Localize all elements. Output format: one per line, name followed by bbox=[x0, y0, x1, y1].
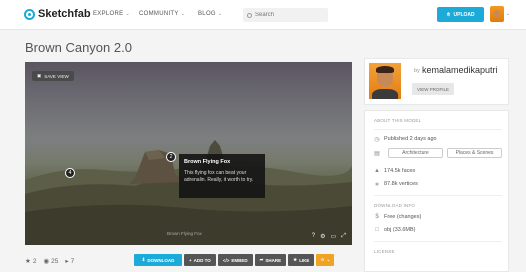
category-architecture[interactable]: Architecture bbox=[388, 148, 443, 158]
license-label: LICENSE bbox=[374, 249, 395, 254]
save-view-label: SAVE VIEW bbox=[44, 73, 69, 79]
download-label: DOWNLOAD bbox=[147, 257, 175, 263]
embed-button[interactable]: </> EMBED bbox=[217, 254, 253, 266]
download-icon: ⬇ bbox=[141, 257, 146, 262]
annotation-title: Brown Flying Fox bbox=[184, 159, 231, 165]
fullscreen-icon[interactable]: ⤢ bbox=[341, 233, 346, 240]
folder-icon: ▤ bbox=[374, 150, 380, 157]
likes-stat: ★ 2 bbox=[25, 257, 37, 266]
comments-stat: ▸ 7 bbox=[65, 257, 75, 266]
help-icon[interactable]: ? bbox=[312, 233, 315, 240]
chevron-down-icon: ⌄ bbox=[217, 11, 223, 17]
triangle-icon: ▲ bbox=[374, 168, 380, 174]
viewer-controls: ? ⚙ ▭ ⤢ bbox=[312, 233, 346, 240]
author-username[interactable]: kemalamedikaputri bbox=[422, 65, 498, 75]
eye-icon: ◉ bbox=[43, 258, 50, 265]
views-count: 25 bbox=[51, 257, 59, 265]
price-row: $ Free (changes) bbox=[374, 214, 421, 220]
annotation-tooltip: Brown Flying Fox This flying fox can bea… bbox=[179, 154, 265, 198]
sketchfab-logo-icon bbox=[24, 8, 35, 20]
camera-icon: ▣ bbox=[37, 73, 42, 78]
model-stats: ★ 2 ◉ 25 ▸ 7 bbox=[25, 257, 75, 266]
faces-text: 174.5k faces bbox=[384, 168, 416, 174]
model-info-card: ABOUT THIS MODEL ◷ Published 2 days ago … bbox=[364, 110, 509, 272]
add-to-label: ADD TO bbox=[193, 257, 211, 263]
upload-icon: ⤊ bbox=[446, 11, 451, 18]
action-buttons: ⬇ DOWNLOAD + ADD TO </> EMBED ➦ SHARE ★ LIKE … bbox=[134, 254, 335, 266]
download-info-label: DOWNLOAD INFO bbox=[374, 203, 416, 208]
nav-explore-label: EXPLORE bbox=[93, 11, 124, 17]
nav-blog-label: BLOG bbox=[198, 11, 216, 17]
plus-icon: + bbox=[189, 257, 192, 263]
vertex-icon: ∗ bbox=[374, 181, 380, 188]
chevron-down-icon: ⌄ bbox=[180, 11, 186, 17]
nav-explore[interactable]: EXPLORE ⌄ bbox=[93, 11, 130, 17]
vertices-row: ∗ 87.8k vertices bbox=[374, 181, 418, 188]
category-places-scenes[interactable]: Places & Scenes bbox=[447, 148, 502, 158]
price-text[interactable]: Free (changes) bbox=[384, 214, 421, 220]
download-button[interactable]: ⬇ DOWNLOAD bbox=[134, 254, 182, 266]
divider bbox=[374, 241, 502, 242]
annotation-hotspot[interactable]: 2 bbox=[166, 152, 176, 162]
like-label: LIKE bbox=[299, 257, 310, 263]
page-title: Brown Canyon 2.0 bbox=[25, 40, 132, 55]
embed-label: EMBED bbox=[231, 257, 248, 263]
more-button[interactable]: ☆ ⌄ bbox=[316, 254, 335, 266]
sidebar: by kemalamedikaputri VIEW PROFILE ABOUT … bbox=[364, 58, 509, 272]
file-row: □ obj (33.6MB) bbox=[374, 227, 416, 233]
chevron-down-icon: ⌄ bbox=[125, 11, 130, 17]
share-label: SHARE bbox=[265, 257, 282, 263]
search-box[interactable] bbox=[243, 8, 328, 22]
dollar-icon: $ bbox=[375, 214, 379, 220]
divider bbox=[374, 129, 502, 130]
vertices-text: 87.8k vertices bbox=[384, 181, 418, 187]
avatar[interactable] bbox=[369, 63, 401, 99]
share-icon: ➦ bbox=[259, 257, 264, 262]
about-label: ABOUT THIS MODEL bbox=[374, 118, 422, 123]
clock-icon: ◷ bbox=[374, 136, 380, 143]
author-card: by kemalamedikaputri VIEW PROFILE bbox=[364, 58, 509, 105]
divider bbox=[374, 195, 502, 196]
file-icon: □ bbox=[375, 227, 379, 233]
nav-community-label: COMMUNITY bbox=[139, 11, 179, 17]
nav-blog[interactable]: BLOG ⌄ bbox=[198, 11, 222, 17]
search-input[interactable] bbox=[255, 12, 325, 18]
save-view-button[interactable]: ▣ SAVE VIEW bbox=[32, 71, 74, 81]
sketchfab-logo[interactable]: Sketchfab bbox=[24, 8, 91, 20]
likes-count: 2 bbox=[32, 257, 37, 265]
more-label: ☆ bbox=[320, 257, 325, 262]
views-stat: ◉ 25 bbox=[43, 257, 59, 266]
model-viewer[interactable]: ▣ SAVE VIEW 4 2 Brown Flying Fox This fl… bbox=[25, 62, 352, 245]
annotation-text: This flying fox can beat your adrenalin.… bbox=[184, 170, 254, 183]
upload-button[interactable]: ⤊ UPLOAD bbox=[437, 7, 484, 22]
chevron-down-icon: ⌄ bbox=[506, 11, 511, 17]
comments-count: 7 bbox=[70, 257, 75, 265]
code-icon: </> bbox=[222, 257, 230, 263]
search-icon bbox=[247, 12, 252, 18]
nav-community[interactable]: COMMUNITY ⌄ bbox=[139, 11, 185, 17]
faces-row: ▲ 174.5k faces bbox=[374, 168, 415, 174]
top-navbar: Sketchfab EXPLORE⌄ COMMUNITY⌄ BLOG⌄ ⤊ UP… bbox=[0, 0, 526, 30]
like-button[interactable]: ★ LIKE bbox=[288, 254, 315, 266]
viewer-caption: Brown Flying Fox bbox=[167, 231, 202, 236]
upload-label: UPLOAD bbox=[453, 11, 475, 18]
logo-text: Sketchfab bbox=[38, 8, 91, 20]
star-icon: ★ bbox=[293, 257, 298, 262]
star-icon: ★ bbox=[25, 258, 31, 265]
avatar bbox=[490, 6, 504, 22]
file-text: obj (33.6MB) bbox=[384, 227, 416, 233]
annotation-hotspot[interactable]: 4 bbox=[65, 168, 75, 178]
comment-icon: ▸ bbox=[65, 258, 69, 265]
view-profile-button[interactable]: VIEW PROFILE bbox=[412, 83, 455, 95]
published-row: ◷ Published 2 days ago bbox=[374, 136, 437, 143]
action-bar: ★ 2 ◉ 25 ▸ 7 ⬇ DOWNLOAD + ADD TO </> EMBED ➦ SH… bbox=[25, 254, 352, 268]
add-to-button[interactable]: + ADD TO bbox=[184, 254, 216, 266]
by-label: by bbox=[414, 68, 420, 74]
gear-icon[interactable]: ⚙ bbox=[320, 233, 325, 240]
chevron-down-icon: ⌄ bbox=[326, 257, 331, 262]
published-text: Published 2 days ago bbox=[384, 136, 437, 142]
share-button[interactable]: ➦ SHARE bbox=[254, 254, 287, 266]
user-menu[interactable]: ⌄ bbox=[490, 6, 510, 22]
vr-icon[interactable]: ▭ bbox=[331, 233, 337, 240]
